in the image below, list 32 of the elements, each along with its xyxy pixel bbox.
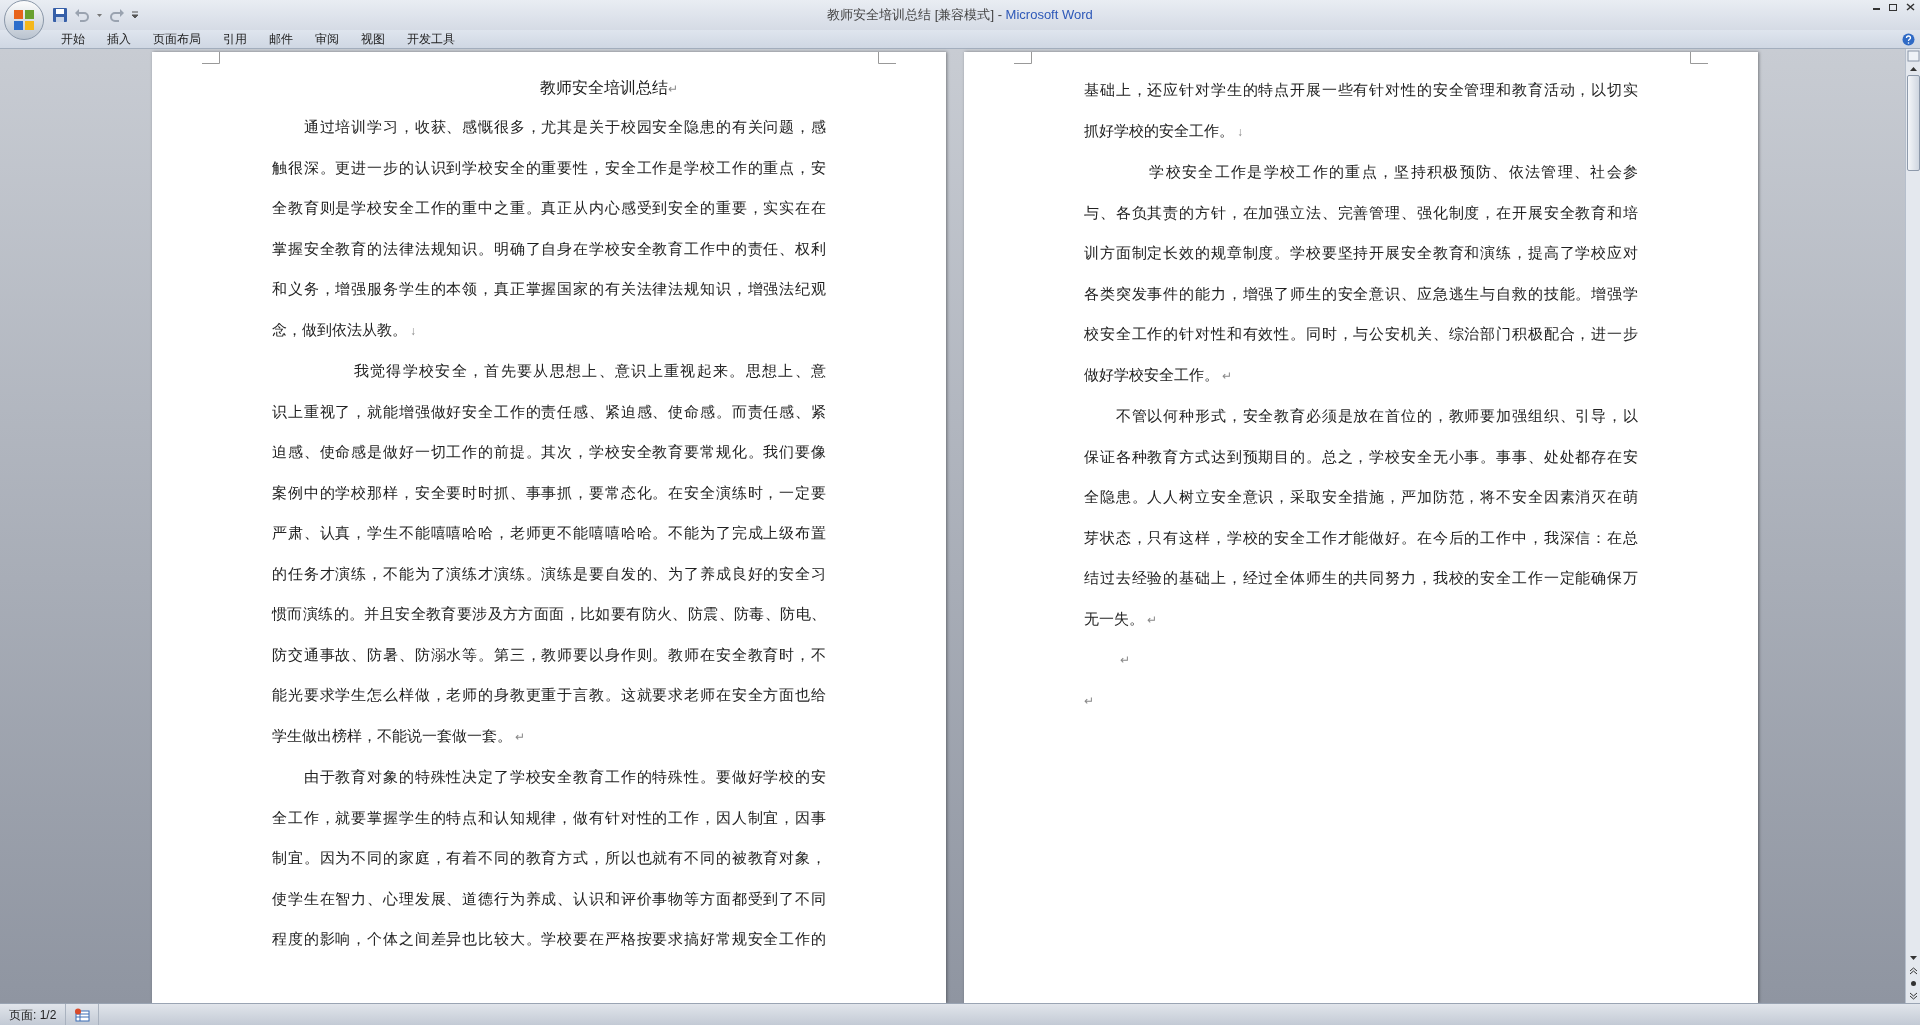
ribbon-tab[interactable]: 审阅 xyxy=(304,30,350,48)
paragraph: 基础上，还应针对学生的特点开展一些有针对性的安全管理和教育活动，以切实 抓好学校的安全工作。 ↓ xyxy=(1084,80,1638,141)
office-button[interactable] xyxy=(4,0,44,40)
crop-mark-icon xyxy=(878,52,896,64)
ribbon-tab[interactable]: 开发工具 xyxy=(396,30,466,48)
ribbon-tab[interactable]: 视图 xyxy=(350,30,396,48)
document-title: 教师安全培训总结↵ xyxy=(539,78,679,98)
vertical-scrollbar[interactable] xyxy=(1905,49,1920,1003)
paragraph: 通过培训学习，收获、感慨很多，尤其是关于校园安全隐患的有关问题，感 触很深。更进一步的认识到学校安全的重要性，安全工作是学校工作的重点，安 全教育则是学校安全工作的重中之重。真正从内心感受到安全的重要，实实在在 掌握安全教育的法律法规知识。明确了自身在学校安全教育工作中的责任、权利 和义务，增强服务学生的本领，真正掌握国家的有关法律法规知识，增强法纪观 念，做到依法从教。 ↓ xyxy=(272,117,826,340)
window-title: 教师安全培训总结 [兼容模式] - Microsoft Word xyxy=(827,6,1093,25)
paragraph-mark: ↵ xyxy=(1119,652,1130,669)
close-icon[interactable] xyxy=(1905,2,1916,12)
crop-mark-icon xyxy=(202,52,220,64)
scroll-thumb[interactable] xyxy=(1906,75,1920,171)
paragraph: 不管以何种形式，安全教育必须是放在首位的，教师要加强组织、引导，以 保证各种教育方式达到预期目的。总之，学校安全无小事。事事、处处都存在安 全隐患。人人树立安全意识，采取安全措施，严加防范，将不安全因素消灭在萌 芽状态，只有这样，学校的安全工作才能做好。在今后的工作中，我深信：在总 结过去经验的基础上，经过全体师生的共同努力，我校的安全工作一定能确保万 无一失。 ↵ xyxy=(1084,406,1638,629)
ribbon-tab[interactable]: 开始 xyxy=(50,30,96,48)
paragraph: 由于教育对象的特殊性决定了学校安全教育工作的特殊性。要做好学校的安 全工作，就要掌握学生的特点和认知规律，做有针对性的工作，因人制宜，因事 制宜。因为不同的家庭，有着不同的教育方式，所以也就有不同的被教育对象， 使学生在智力、心理发展、道德行为养成、认识和评价事物等方面都受到了不同 程度的影响，个体之间差异也比较大。学校要在严格按要求搞好常规安全工作的 xyxy=(272,767,826,949)
paragraph: 学校安全工作是学校工作的重点，坚持积极预防、依法管理、社会参 与、各负其责的方针，在加强立法、完善管理、强化制度，在开展安全教育和培 训方面制定长效的规章制度。学校要坚持开展安全教育和演练，提高了学校应对 各类突发事件的能力，增强了师生的安全意识、应急逃生与自救的技能。增强学 校安全工作的针对性和有效性。同时，与公安机关、综治部门积极配合，进一步 做好学校安全工作。 ↵ xyxy=(1084,162,1638,385)
paragraph-mark: ↵ xyxy=(1084,692,1094,710)
ribbon-tab[interactable]: 插入 xyxy=(96,30,142,48)
crop-mark-icon xyxy=(1014,52,1032,64)
ribbon-tab[interactable]: 邮件 xyxy=(258,30,304,48)
save-icon[interactable] xyxy=(52,7,68,23)
ribbon-tab[interactable]: 引用 xyxy=(212,30,258,48)
restore-icon[interactable] xyxy=(1888,2,1899,12)
office-logo-icon xyxy=(13,9,35,31)
paragraph: 我觉得学校安全，首先要从思想上、意识上重视起来。思想上、意 识上重视了，就能增强做好安全工作的责任感、紧迫感、使命感。而责任感、紧 迫感、使命感是做好一切工作的前提。其次，学校安全教育要常规化。我们要像 案例中的学校那样，安全要时时抓、事事抓，要常态化。在安全演练时，一定要 严肃、认真，学生不能嘻嘻哈哈，老师更不能嘻嘻哈哈。不能为了完成上级布置 的任务才演练，不能为了演练才演练。演练是要自发的、为了养成良好的安全习 惯而演练的。并且安全教育要涉及方方面面，比如要有防火、防震、防毒、防电、 防交通事故、防暑、防溺水等。第三，教师要以身作则。教师在安全教育时，不 能光要求学生怎么样做，老师的身教更重于言教。这就要求老师在安全方面也给 学生做出榜样，不能说一套做一套。 ↵ xyxy=(272,361,826,746)
page-indicator[interactable]: 页面: 1/2 xyxy=(0,1004,67,1025)
crop-mark-icon xyxy=(1690,52,1708,64)
help-icon[interactable] xyxy=(1902,32,1915,46)
macro-record-icon[interactable] xyxy=(74,1007,91,1022)
ribbon-tab[interactable]: 页面布局 xyxy=(142,30,212,48)
